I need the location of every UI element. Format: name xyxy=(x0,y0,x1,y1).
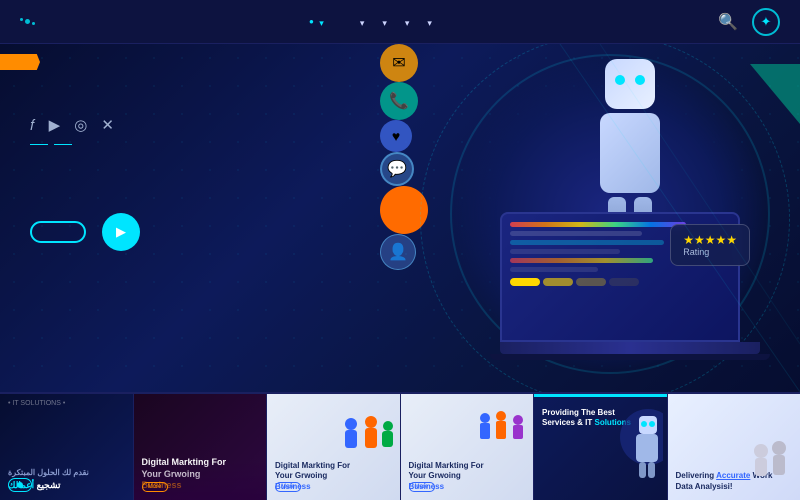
hero-actions: ▶ xyxy=(30,213,140,251)
start-now-button[interactable] xyxy=(30,221,86,243)
thumbnail-6[interactable]: Delivering Accurate Work Data Analysisi! xyxy=(668,394,800,500)
laptop-stand xyxy=(500,342,760,354)
float-heart-icon: ♥ xyxy=(380,120,412,152)
nav-item-pages[interactable]: ▾ xyxy=(427,13,432,31)
thumb-4-illustration xyxy=(471,408,529,468)
float-user-icon: 👤 xyxy=(380,234,416,270)
thumbnail-4[interactable]: Digital Markting For Your Grwoing Busine… xyxy=(401,394,535,500)
float-phone-icon: 📞 xyxy=(380,82,418,120)
twitter-x-icon[interactable]: ✕ xyxy=(101,116,114,134)
hero-illustration: ✉ 📞 ♥ 💬 xyxy=(380,44,800,392)
settings-button[interactable]: ✦ xyxy=(752,8,780,36)
thumb-5-illustration xyxy=(613,402,663,492)
nav-menu: • ▾ ▾ ▾ ▾ ▾ xyxy=(309,13,450,31)
thumb-3-btn[interactable]: More xyxy=(275,482,301,492)
youtube-icon[interactable]: ▶ xyxy=(49,116,61,134)
thumb-1-label-top: • IT SOLUTIONS • xyxy=(8,400,125,407)
hero-title-line2 xyxy=(30,155,140,191)
robot-head xyxy=(605,59,655,109)
search-button[interactable]: 🔍 xyxy=(718,12,738,32)
nav-actions: 🔍 ✦ xyxy=(718,8,780,36)
float-mail-icon: ✉ xyxy=(380,44,418,82)
thumbnail-3[interactable]: Digital Markting For Your Grwoing Busine… xyxy=(267,394,401,500)
nav-item-blog[interactable]: ▾ xyxy=(405,13,410,31)
active-indicator xyxy=(534,394,667,397)
nav-item-portfolio[interactable]: ▾ xyxy=(382,13,387,31)
brand-logo[interactable] xyxy=(20,18,41,25)
thumb-3-illustration xyxy=(336,412,396,472)
play-button[interactable]: ▶ xyxy=(102,213,140,251)
navbar: • ▾ ▾ ▾ ▾ ▾ 🔍 ✦ xyxy=(0,0,800,44)
social-icons: 𝑓 ▶ ◎ ✕ xyxy=(30,116,114,134)
float-chat-icon: 💬 xyxy=(380,152,414,186)
thumbnail-1[interactable]: • IT SOLUTIONS • نقدم لك الحلول المبتكرة… xyxy=(0,394,134,500)
facebook-icon[interactable]: 𝑓 xyxy=(30,117,35,134)
thumbnail-2[interactable]: Digital Markting For Your Grwoing Busine… xyxy=(134,394,268,500)
nav-item-home[interactable]: • ▾ xyxy=(309,13,324,31)
rating-label: Rating xyxy=(683,247,737,257)
hero-content: ▶ xyxy=(30,144,140,251)
nav-item-services[interactable]: ▾ xyxy=(360,13,365,31)
thumbnail-strip: • IT SOLUTIONS • نقدم لك الحلول المبتكرة… xyxy=(0,392,800,500)
logo-icon xyxy=(20,18,35,25)
it-solutions-label xyxy=(30,144,140,145)
thumb-4-btn[interactable]: More xyxy=(409,482,435,492)
new-update-banner xyxy=(0,54,40,70)
robot-body xyxy=(600,113,660,193)
thumb-6-illustration xyxy=(741,436,796,486)
hero-section: 𝑓 ▶ ◎ ✕ ▶ ✉ 📞 ♥ 💬 xyxy=(0,44,800,392)
float-stars-card: ★★★★★ Rating xyxy=(670,224,750,266)
instagram-icon[interactable]: ◎ xyxy=(74,116,87,134)
thumb-2-btn[interactable]: More xyxy=(142,482,168,492)
stars-display: ★★★★★ xyxy=(683,233,737,247)
robot-eye-right xyxy=(635,75,645,85)
laptop-base-bar xyxy=(490,354,770,360)
thumbnail-5[interactable]: Providing The Best Services & IT Solutio… xyxy=(534,394,668,500)
robot-eye-left xyxy=(615,75,625,85)
